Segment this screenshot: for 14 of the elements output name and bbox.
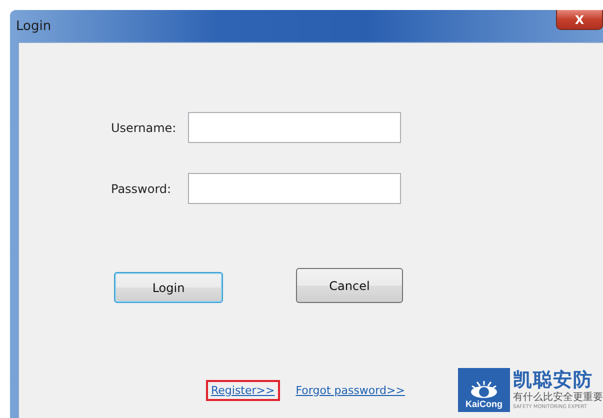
cancel-button[interactable]: Cancel <box>296 268 403 303</box>
logo-text: KaiCong <box>466 399 502 409</box>
window-title: Login <box>16 19 52 34</box>
eye-icon <box>469 381 499 399</box>
brand-name: 凯聪安防 <box>513 370 594 390</box>
login-button[interactable]: Login <box>114 272 223 303</box>
close-button[interactable]: X <box>556 10 603 30</box>
brand-slogan: 有什么比安全更重要 <box>513 390 603 404</box>
input-field[interactable] <box>188 112 401 143</box>
forgot-password-link[interactable]: Forgot password>> <box>290 380 410 400</box>
field-label: Username: <box>111 120 178 134</box>
field-label: Password: <box>111 182 172 196</box>
register-link[interactable]: Register>> <box>206 380 280 400</box>
input-field[interactable] <box>188 173 401 204</box>
